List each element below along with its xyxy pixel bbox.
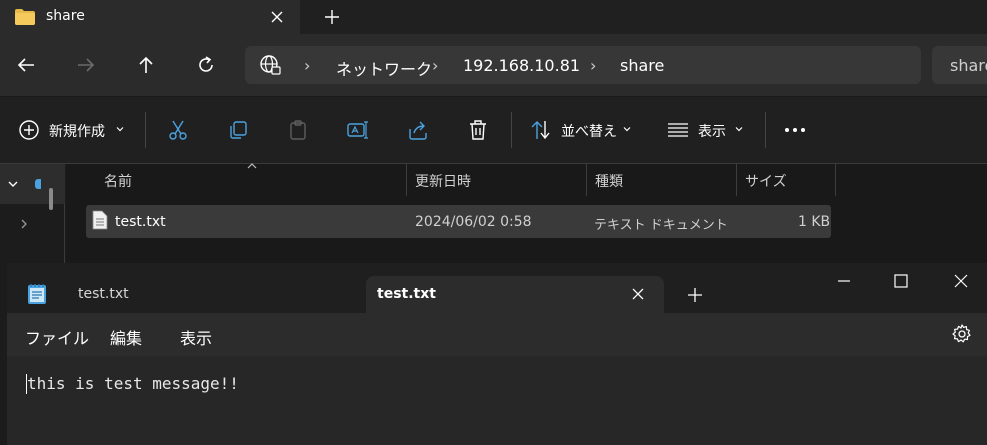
search-placeholder: share [950,56,987,75]
breadcrumb-host[interactable]: 192.168.10.81 [463,56,580,75]
column-header-type[interactable]: 種類 [595,171,623,191]
rename-icon[interactable] [347,119,369,141]
sort-indicator-icon [246,162,258,170]
minimize-icon[interactable] [835,272,853,290]
chevron-down-icon [622,124,632,134]
close-tab-icon[interactable] [629,285,647,303]
notepad-tab-1[interactable]: test.txt [78,286,129,302]
chevron-down-icon[interactable] [7,178,19,190]
sort-icon[interactable] [530,119,552,141]
view-button-label[interactable]: 表示 [698,121,726,141]
notepad-tab-2[interactable]: test.txt [377,286,436,302]
breadcrumb-share[interactable]: share [620,56,664,75]
sort-button-label[interactable]: 並べ替え [561,121,617,141]
paste-icon[interactable] [287,119,309,141]
notepad-menubar [7,313,987,356]
share-icon[interactable] [407,119,429,141]
menu-file[interactable]: ファイル [25,325,89,349]
maximize-icon[interactable] [892,272,910,290]
file-modified: 2024/06/02 0:58 [415,214,532,230]
new-tab-icon[interactable] [323,8,341,26]
column-header-modified[interactable]: 更新日時 [415,171,471,191]
folder-icon [14,8,36,26]
explorer-tab[interactable] [0,0,300,34]
explorer-command-bar [0,96,987,164]
back-arrow-icon[interactable] [16,55,36,75]
column-divider[interactable] [835,164,836,196]
file-size: 1 KB [798,214,831,230]
toolbar-divider [765,112,766,148]
breadcrumb-network[interactable]: ネットワーク [336,56,432,80]
menu-view[interactable]: 表示 [180,325,212,349]
column-divider[interactable] [586,164,587,196]
settings-gear-icon[interactable] [951,323,973,345]
notepad-app-icon [27,283,47,305]
column-divider[interactable] [736,164,737,196]
text-file-icon [92,210,108,230]
close-tab-icon[interactable] [268,8,286,26]
up-arrow-icon[interactable] [136,55,156,75]
forward-arrow-icon[interactable] [76,55,96,75]
notepad-editor[interactable] [7,356,987,445]
more-options-icon[interactable] [784,125,806,135]
chevron-down-icon [115,124,125,134]
copy-icon[interactable] [227,119,249,141]
file-name: test.txt [115,214,166,230]
menu-edit[interactable]: 編集 [110,325,142,349]
new-plus-icon[interactable] [18,119,40,141]
column-divider[interactable] [406,164,407,196]
explorer-tab-title: share [46,8,85,24]
close-window-icon[interactable] [952,272,970,290]
file-type: テキスト ドキュメント [594,218,728,233]
new-button-label[interactable]: 新規作成 [49,121,105,141]
refresh-icon[interactable] [196,55,216,75]
new-tab-icon[interactable] [686,286,704,304]
network-globe-icon [259,54,281,76]
toolbar-divider [145,112,146,148]
editor-content[interactable]: this is test message!! [27,374,239,393]
cut-icon[interactable] [167,119,189,141]
view-lines-icon[interactable] [667,120,689,140]
breadcrumb-separator-icon: › [432,56,439,75]
nav-item-icon [35,179,41,189]
pane-scrollbar[interactable] [49,188,53,210]
column-header-size[interactable]: サイズ [745,171,787,191]
chevron-right-icon[interactable] [18,218,30,230]
delete-trash-icon[interactable] [467,119,489,141]
toolbar-divider [511,112,512,148]
breadcrumb-separator-icon: › [590,56,597,75]
chevron-down-icon [734,124,744,134]
column-header-name[interactable]: 名前 [104,171,132,191]
breadcrumb-separator-icon: › [304,56,311,75]
